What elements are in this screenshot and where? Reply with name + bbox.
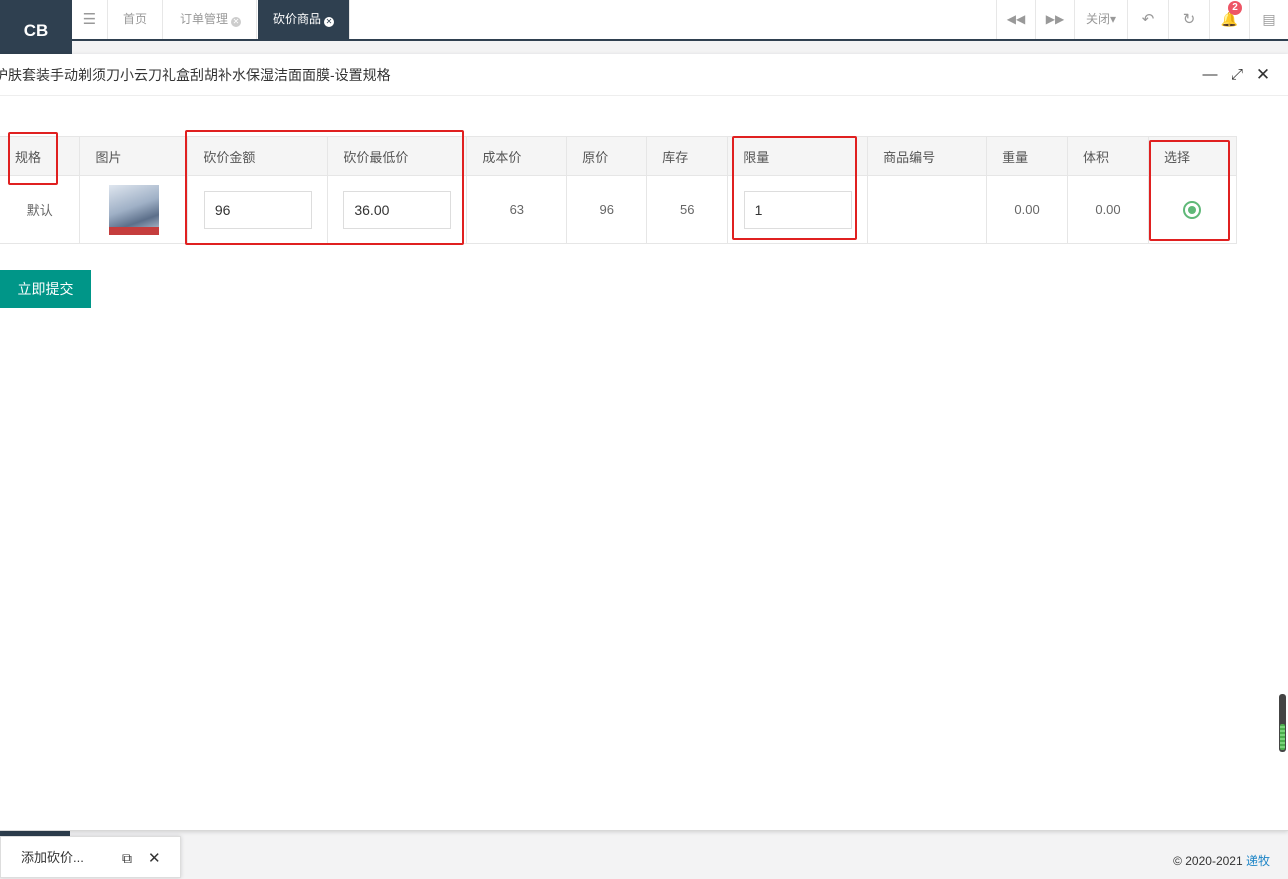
table-row: 默认 63 96 56 0.00 0.00 [0, 175, 1238, 244]
close-icon[interactable]: ✕ [148, 849, 161, 867]
notification-badge: 2 [1228, 1, 1242, 15]
tab-close-icon[interactable]: ✕ [324, 17, 335, 27]
tab-label: 订单管理 [180, 12, 229, 26]
footer-link[interactable]: 递牧 [1246, 854, 1270, 868]
col-header-cost-price: 成本价 [466, 136, 568, 176]
tab-label: 砍价商品 [273, 12, 322, 26]
refresh-icon[interactable]: ↻ [1168, 0, 1209, 39]
close-icon[interactable]: ✕ [1255, 66, 1271, 83]
minimize-icon[interactable]: — [1202, 67, 1218, 83]
weight-cell: 0.00 [986, 175, 1069, 244]
scrollbar[interactable] [1279, 694, 1286, 752]
stock-cell: 56 [646, 175, 729, 244]
product-thumbnail[interactable] [108, 184, 159, 235]
bargain-amount-cell [187, 175, 329, 244]
top-navbar: ☰ 首页 订单管理 ✕ 砍价商品 ✕ ◀◀ ▶▶ 关闭▾ ↶ ↻ 🔔 2 ▤ [0, 0, 1288, 41]
col-header-spec: 规格 [0, 136, 81, 176]
fullscreen-menu-icon[interactable]: ▤ [1249, 0, 1288, 39]
tab-label: 首页 [123, 12, 148, 26]
minimized-window-label: 添加砍价... [21, 850, 84, 865]
close-tabs-label: 关闭 [1085, 12, 1110, 26]
set-spec-dialog: 护肤套装手动剃须刀小云刀礼盒刮胡补水保湿洁面面膜-设置规格 — ⤢ ✕ 规格 图… [0, 54, 1288, 831]
tab-bargain-products[interactable]: 砍价商品 ✕ [258, 0, 351, 39]
dialog-title: 护肤套装手动剃须刀小云刀礼盒刮胡补水保湿洁面面膜-设置规格 [0, 54, 1288, 96]
tab-order-management[interactable]: 订单管理 ✕ [165, 0, 258, 39]
minimized-window-bar[interactable]: 添加砍价... ⧉ ✕ [0, 836, 181, 878]
col-header-product-code: 商品编号 [867, 136, 988, 176]
notification-bell-icon[interactable]: 🔔 2 [1209, 0, 1249, 39]
min-price-input[interactable] [343, 190, 452, 229]
limit-input[interactable] [743, 190, 852, 229]
product-code-cell [867, 175, 988, 244]
back-icon[interactable]: ↶ [1127, 0, 1168, 39]
original-price-cell: 96 [566, 175, 648, 244]
tab-home[interactable]: 首页 [108, 0, 164, 39]
col-header-volume: 体积 [1067, 136, 1149, 176]
caret-down-icon: ▾ [1109, 12, 1117, 26]
footer-copyright: © 2020-2021 递牧 [1173, 852, 1270, 869]
col-header-select: 选择 [1147, 136, 1238, 176]
col-header-limit: 限量 [727, 136, 869, 176]
maximize-icon[interactable]: ⤢ [1229, 67, 1245, 83]
col-header-bargain-amount: 砍价金额 [187, 136, 329, 176]
menu-toggle-icon[interactable]: ☰ [72, 0, 108, 39]
close-tabs-dropdown[interactable]: 关闭▾ [1074, 0, 1127, 39]
select-radio[interactable] [1183, 200, 1202, 219]
spec-table: 规格 图片 砍价金额 砍价最低价 成本价 原价 库存 限量 商品编号 重量 体积… [0, 136, 1238, 244]
cost-price-cell: 63 [466, 175, 568, 244]
col-header-stock: 库存 [646, 136, 729, 176]
select-cell [1147, 175, 1238, 244]
bargain-amount-input[interactable] [203, 190, 312, 229]
col-header-weight: 重量 [986, 136, 1069, 176]
copyright-text: © 2020-2021 [1173, 854, 1243, 868]
scroll-tabs-left-icon[interactable]: ◀◀ [996, 0, 1035, 39]
volume-cell: 0.00 [1067, 175, 1149, 244]
restore-icon[interactable]: ⧉ [122, 850, 132, 867]
app-logo: CB [0, 0, 72, 60]
scroll-tabs-right-icon[interactable]: ▶▶ [1035, 0, 1074, 39]
spec-cell: 默认 [0, 175, 81, 244]
col-header-min-price: 砍价最低价 [327, 136, 468, 176]
min-price-cell [327, 175, 468, 244]
col-header-original-price: 原价 [566, 136, 648, 176]
col-header-image: 图片 [79, 136, 189, 176]
limit-cell [727, 175, 869, 244]
submit-button[interactable]: 立即提交 [0, 270, 91, 308]
table-header-row: 规格 图片 砍价金额 砍价最低价 成本价 原价 库存 限量 商品编号 重量 体积… [0, 136, 1238, 176]
tab-close-icon[interactable]: ✕ [231, 17, 242, 27]
image-cell [79, 175, 189, 244]
